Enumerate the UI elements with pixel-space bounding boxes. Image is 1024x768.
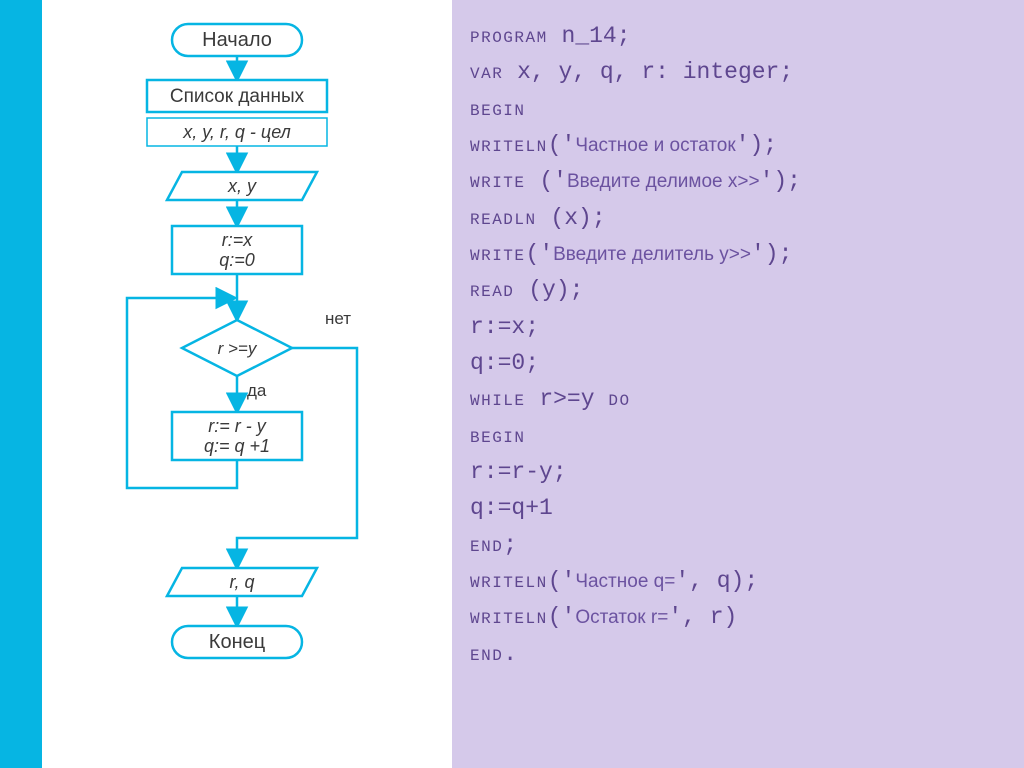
init-label2: q:=0 xyxy=(219,250,255,270)
code-panel: program n_14; var x, y, q, r: integer; b… xyxy=(452,0,1024,768)
code-line-8: read (y); xyxy=(470,272,1006,308)
code-line-5: write ('Введите делимое x>>'); xyxy=(470,163,1006,199)
code-line-4: writeln('Частное и остаток'); xyxy=(470,127,1006,163)
init-label1: r:=x xyxy=(222,230,254,250)
output-label: r, q xyxy=(229,572,254,592)
flowchart-svg: Начало Список данных x, y, r, q - цел x,… xyxy=(57,18,437,758)
code-line-3: begin xyxy=(470,91,1006,127)
end-label: Конец xyxy=(209,631,265,653)
code-line-11: while r>=y do xyxy=(470,381,1006,417)
code-line-15: end; xyxy=(470,527,1006,563)
input-label: x, y xyxy=(227,176,257,196)
code-line-6: readln (x); xyxy=(470,200,1006,236)
code-line-7: write('Введите делитель y>>'); xyxy=(470,236,1006,272)
code-line-10: q:=0; xyxy=(470,345,1006,381)
code-line-1: program n_14; xyxy=(470,18,1006,54)
code-line-13: r:=r-y; xyxy=(470,454,1006,490)
code-line-9: r:=x; xyxy=(470,309,1006,345)
data-vars-label: x, y, r, q - цел xyxy=(182,122,291,142)
code-line-14: q:=q+1 xyxy=(470,490,1006,526)
code-line-18: end. xyxy=(470,636,1006,672)
data-header-label: Список данных xyxy=(170,86,305,107)
body-label1: r:= r - y xyxy=(208,416,266,436)
start-label: Начало xyxy=(202,29,272,51)
decision-label: r >=y xyxy=(218,339,258,358)
yes-label: да xyxy=(247,381,267,400)
code-line-2: var x, y, q, r: integer; xyxy=(470,54,1006,90)
code-line-12: begin xyxy=(470,418,1006,454)
code-line-17: writeln('Остаток r=', r) xyxy=(470,599,1006,635)
flowchart-panel: Начало Список данных x, y, r, q - цел x,… xyxy=(42,0,452,768)
body-label2: q:= q +1 xyxy=(204,436,270,456)
content-area: Начало Список данных x, y, r, q - цел x,… xyxy=(42,0,1024,768)
no-label: нет xyxy=(325,309,351,328)
left-stripe xyxy=(0,0,42,768)
code-line-16: writeln('Частное q=', q); xyxy=(470,563,1006,599)
